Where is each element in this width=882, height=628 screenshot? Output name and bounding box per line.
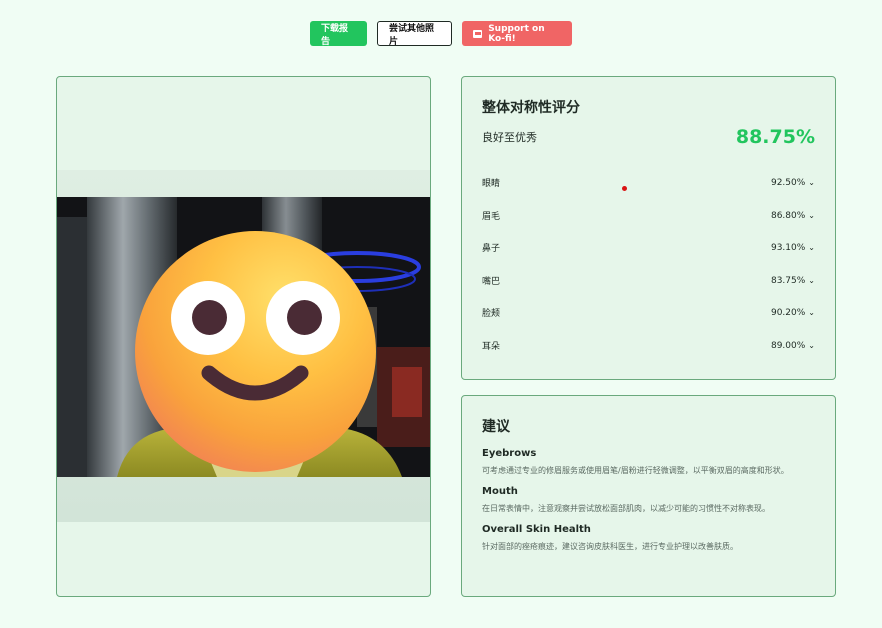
kofi-support-button[interactable]: Support on Ko-fi!: [462, 21, 572, 46]
kofi-label: Support on Ko-fi!: [488, 23, 545, 44]
metric-row-ears[interactable]: 耳朵 89.00% ⌄: [482, 339, 815, 353]
metric-value: 90.20%: [770, 307, 806, 318]
emoji-face-overlay: [135, 231, 376, 472]
metric-row-nose[interactable]: 鼻子 93.10% ⌄: [482, 241, 815, 255]
uploaded-photo: [57, 197, 430, 477]
metric-label: 眉毛: [482, 212, 501, 222]
chevron-down-icon[interactable]: ⌄: [808, 178, 815, 187]
toolbar: 下载报告 尝试其他照片 Support on Ko-fi!: [0, 21, 882, 47]
chevron-down-icon[interactable]: ⌄: [808, 308, 815, 317]
chevron-down-icon[interactable]: ⌄: [808, 276, 815, 285]
chevron-down-icon[interactable]: ⌄: [808, 211, 815, 220]
suggestion-text: 在日常表情中，注意观察并尝试放松面部肌肉，以减少可能的习惯性不对称表现。: [482, 504, 770, 513]
metric-row-cheeks[interactable]: 脸颊 90.20% ⌄: [482, 306, 815, 320]
suggestion-heading: Eyebrows: [482, 448, 537, 459]
metric-value: 89.00%: [770, 340, 806, 351]
overall-score: 88.75%: [735, 126, 815, 148]
metric-row-mouth[interactable]: 嘴巴 83.75% ⌄: [482, 274, 815, 288]
metric-row-eyebrows[interactable]: 眉毛 86.80% ⌄: [482, 209, 815, 223]
score-grade: 良好至优秀: [482, 131, 537, 144]
metric-label: 脸颊: [482, 309, 501, 319]
symmetry-score-card: 整体对称性评分 良好至优秀 88.75% 眼睛 92.50% ⌄ 眉毛 86.80…: [461, 76, 836, 380]
right-pupil: [287, 300, 322, 335]
suggestions-card: 建议 Eyebrows 可考虑通过专业的修眉服务或使用眉笔/眉粉进行轻微调整，以…: [461, 395, 836, 597]
metric-row-eyes[interactable]: 眼睛 92.50% ⌄: [482, 176, 815, 190]
metric-value: 83.75%: [770, 275, 806, 286]
score-title: 整体对称性评分: [482, 100, 580, 116]
suggestion-text: 针对面部的痤疮痕迹，建议咨询皮肤科医生，进行专业护理以改善肤质。: [482, 542, 738, 551]
metric-label: 眼睛: [482, 179, 501, 189]
suggestion-heading: Overall Skin Health: [482, 524, 591, 535]
left-eye: [171, 281, 245, 355]
chevron-down-icon[interactable]: ⌄: [808, 243, 815, 252]
coffee-cup-icon: [473, 29, 483, 38]
chevron-down-icon[interactable]: ⌄: [808, 341, 815, 350]
metric-label: 耳朵: [482, 342, 501, 352]
metric-label: 嘴巴: [482, 277, 501, 287]
photo-card: [56, 76, 431, 597]
download-report-button[interactable]: 下载报告: [310, 21, 367, 47]
try-other-photo-button[interactable]: 尝试其他照片: [377, 21, 452, 47]
suggestion-heading: Mouth: [482, 486, 518, 497]
metric-value: 92.50%: [770, 177, 806, 188]
metric-value: 93.10%: [770, 242, 806, 253]
metric-label: 鼻子: [482, 244, 501, 254]
suggestions-title: 建议: [482, 419, 510, 435]
suggestion-text: 可考虑通过专业的修眉服务或使用眉笔/眉粉进行轻微调整，以平衡双眉的高度和形状。: [482, 466, 789, 475]
left-pupil: [192, 300, 227, 335]
smile-mouth: [201, 365, 309, 401]
metric-value: 86.80%: [770, 210, 806, 221]
right-eye: [266, 281, 340, 355]
